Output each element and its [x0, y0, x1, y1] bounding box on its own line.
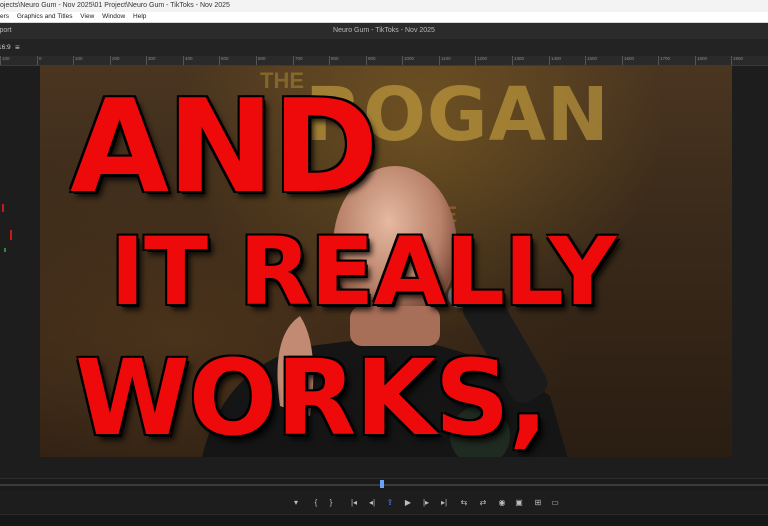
window-title: ojects\Neuro Gum - Nov 2025\01 Project\N… — [0, 2, 230, 9]
export-frame-icon[interactable]: ◉ — [496, 497, 508, 509]
ruler-tick: 900 — [366, 56, 376, 65]
lift-icon[interactable]: ⇪ — [384, 497, 396, 509]
ruler-tick: 1500 — [585, 56, 597, 65]
ruler-tick: 1600 — [622, 56, 634, 65]
ruler-tick: 1800 — [695, 56, 707, 65]
ruler-tick: 1700 — [658, 56, 670, 65]
menu-item-markers[interactable]: ers — [0, 13, 9, 20]
window-titlebar: ojects\Neuro Gum - Nov 2025\01 Project\N… — [0, 0, 768, 12]
mini-timeline[interactable] — [0, 478, 768, 491]
safe-margins-icon[interactable]: ⊞ — [532, 497, 544, 509]
ruler-tick: 1900 — [731, 56, 743, 65]
playback-controls: ▾ {} |◂ ◂| ⇪ ▶ |▸ ▸| ⇆ ⇄ ◉ ▣ ⊞ ▭ — [0, 492, 768, 514]
horizontal-ruler: 100 0 100 200 300 400 500 600 700 800 900 1000 1100 1… — [0, 56, 768, 66]
timeline-track[interactable] — [0, 484, 768, 486]
ruler-tick: 1300 — [512, 56, 524, 65]
settings-icon[interactable]: ▭ — [549, 497, 561, 509]
artifact-marks-icon — [2, 204, 12, 252]
ruler-tick: 100 — [73, 56, 83, 65]
overlay-line-2: IT REALLY — [110, 218, 616, 327]
ruler-tick: 100 — [0, 56, 10, 65]
menu-item-window[interactable]: Window — [102, 13, 125, 20]
go-to-in-icon[interactable]: |◂ — [348, 497, 360, 509]
aspect-ratio-label[interactable]: 16:9 — [0, 39, 11, 56]
ruler-tick: 0 — [37, 56, 42, 65]
program-monitor-header: xport Neuro Gum - TikToks - Nov 2025 — [0, 23, 768, 39]
playhead[interactable] — [380, 480, 384, 488]
ruler-tick: 1000 — [402, 56, 414, 65]
ruler-tick: 1100 — [439, 56, 451, 65]
compare-icon[interactable]: ▣ — [513, 497, 525, 509]
bottom-strip — [0, 514, 768, 526]
marker-icon[interactable]: ▾ — [290, 497, 302, 509]
overlay-line-1: AND — [70, 73, 378, 222]
overwrite-icon[interactable]: ⇄ — [477, 497, 489, 509]
step-forward-icon[interactable]: |▸ — [420, 497, 432, 509]
step-back-icon[interactable]: ◂| — [366, 497, 378, 509]
ruler-tick: 200 — [110, 56, 120, 65]
ruler-tick: 800 — [329, 56, 339, 65]
ruler-tick: 300 — [146, 56, 156, 65]
ruler-tick: 600 — [256, 56, 266, 65]
monitor-title: Neuro Gum - TikToks - Nov 2025 — [333, 27, 435, 34]
menu-item-graphics-and-titles[interactable]: Graphics and Titles — [17, 13, 73, 20]
monitor-options-row: 16:9 ≡ — [0, 39, 768, 56]
ruler-tick: 400 — [183, 56, 193, 65]
left-edge-artifacts — [0, 200, 18, 260]
hamburger-menu-icon[interactable]: ≡ — [15, 39, 20, 56]
ruler-tick: 500 — [219, 56, 229, 65]
menu-item-help[interactable]: Help — [133, 13, 146, 20]
ruler-tick: 1200 — [475, 56, 487, 65]
menu-item-view[interactable]: View — [80, 13, 94, 20]
insert-icon[interactable]: ⇆ — [458, 497, 470, 509]
ruler-tick: 1400 — [549, 56, 561, 65]
overlay-line-3: WORKS, — [75, 337, 548, 457]
out-point-icon[interactable]: } — [325, 497, 337, 509]
play-icon[interactable]: ▶ — [402, 497, 414, 509]
go-to-out-icon[interactable]: ▸| — [438, 497, 450, 509]
program-monitor-viewer[interactable]: THE ROGAN ENCE AND IT REALLY WORKS, — [40, 66, 732, 457]
in-point-icon[interactable]: { — [310, 497, 322, 509]
ruler-tick: 700 — [293, 56, 303, 65]
menu-bar: ers Graphics and Titles View Window Help — [0, 12, 768, 23]
